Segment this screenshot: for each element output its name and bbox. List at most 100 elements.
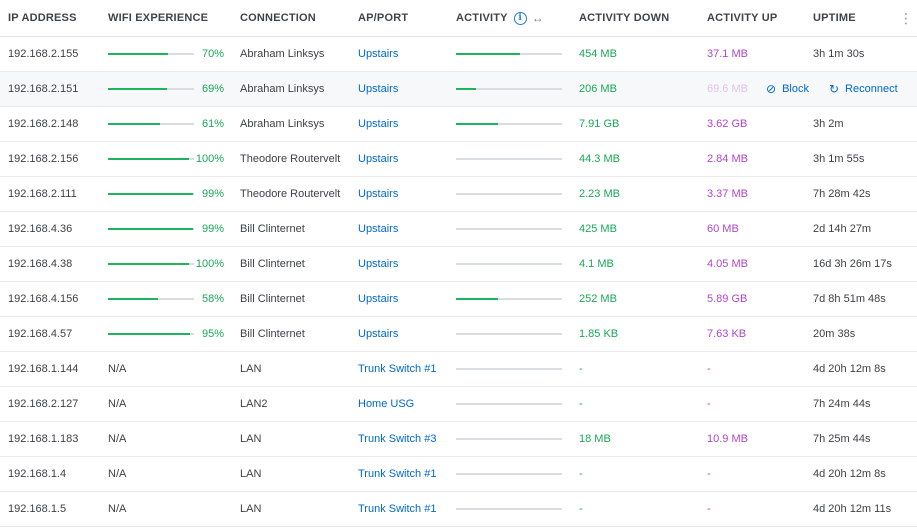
activity-bar xyxy=(456,158,562,160)
activity-down-cell: 2.23 MB xyxy=(579,188,620,200)
column-header-activity-up[interactable]: ACTIVITY UP xyxy=(707,0,777,36)
column-header-connection[interactable]: CONNECTION xyxy=(240,0,316,36)
ap-port-link[interactable]: Upstairs xyxy=(358,153,398,165)
wifi-experience-bar xyxy=(108,53,194,55)
activity-cell xyxy=(456,37,566,71)
table-row[interactable]: 192.168.2.148 61% Abraham Linksys Upstairs 7… xyxy=(0,107,917,142)
table-row[interactable]: 192.168.4.156 58% Bill Clinternet Upstairs 2… xyxy=(0,282,917,317)
ap-port-link[interactable]: Upstairs xyxy=(358,223,398,235)
ap-port-link[interactable]: Trunk Switch #1 xyxy=(358,503,436,515)
wifi-experience-bar-fill xyxy=(108,123,161,125)
wifi-experience-percent: 99% xyxy=(201,223,224,235)
activity-bar-fill xyxy=(456,123,499,125)
ap-port-link[interactable]: Upstairs xyxy=(358,293,398,305)
ap-port-link[interactable]: Upstairs xyxy=(358,118,398,130)
uptime-cell: 16d 3h 26m 17s xyxy=(813,258,892,270)
activity-up-cell: 3.62 GB xyxy=(707,118,748,130)
ap-port-link[interactable]: Upstairs xyxy=(358,83,398,95)
wifi-experience-percent: 95% xyxy=(201,328,224,340)
activity-bar xyxy=(456,263,562,265)
activity-cell xyxy=(456,107,566,141)
activity-up-cell: - xyxy=(707,503,711,515)
uptime-cell: 2d 14h 27m xyxy=(813,223,872,235)
connection-cell: LAN xyxy=(240,433,262,445)
ip-address-cell: 192.168.4.38 xyxy=(8,258,73,270)
column-header-label: ACTIVITY xyxy=(456,12,508,24)
ap-port-link[interactable]: Upstairs xyxy=(358,258,398,270)
table-row[interactable]: 192.168.2.155 70% Abraham Linksys Upstairs 4… xyxy=(0,37,917,72)
table-row[interactable]: 192.168.4.57 95% Bill Clinternet Upstairs 1.… xyxy=(0,317,917,352)
column-header-activity-down[interactable]: ACTIVITY DOWN xyxy=(579,0,669,36)
wifi-experience-percent: 61% xyxy=(201,118,224,130)
ap-port-link[interactable]: Upstairs xyxy=(358,328,398,340)
ap-port-cell: Upstairs xyxy=(358,72,398,106)
wifi-experience-bar xyxy=(108,123,194,125)
activity-up-cell: 5.89 GB xyxy=(707,293,748,305)
activity-bar xyxy=(456,438,562,440)
activity-cell xyxy=(456,212,566,246)
ip-address-cell: 192.168.2.151 xyxy=(8,83,79,95)
activity-cell xyxy=(456,72,566,106)
wifi-experience-bar xyxy=(108,228,194,230)
uptime-cell: 4d 20h 12m 11s xyxy=(813,503,892,515)
table-row[interactable]: 192.168.1.183 N/A LAN Trunk Switch #3 18 MB 1… xyxy=(0,422,917,457)
activity-up-cell: 37.1 MB xyxy=(707,48,748,60)
ap-port-cell: Upstairs xyxy=(358,212,398,246)
ip-address-cell: 192.168.1.4 xyxy=(8,468,67,480)
wifi-experience-bar-fill xyxy=(108,298,158,300)
table-row[interactable]: 192.168.4.36 99% Bill Clinternet Upstairs 42… xyxy=(0,212,917,247)
block-label: Block xyxy=(782,83,809,95)
wifi-not-available: N/A xyxy=(108,363,127,375)
ap-port-link[interactable]: Upstairs xyxy=(358,48,398,60)
info-icon[interactable]: i xyxy=(513,11,527,25)
expand-arrows-icon[interactable]: ↔ xyxy=(532,11,544,25)
activity-up-cell: - xyxy=(707,468,711,480)
ap-port-link[interactable]: Trunk Switch #1 xyxy=(358,363,436,375)
ap-port-link[interactable]: Trunk Switch #3 xyxy=(358,433,436,445)
wifi-experience-bar xyxy=(108,88,194,90)
wifi-experience-cell: 99% xyxy=(108,212,226,246)
table-row[interactable]: 192.168.1.4 N/A LAN Trunk Switch #1 - - 4d 20h… xyxy=(0,457,917,492)
ip-address-cell: 192.168.2.148 xyxy=(8,118,79,130)
table-row[interactable]: 192.168.2.111 99% Theodore Routervelt Upsta… xyxy=(0,177,917,212)
activity-up-cell: 2.84 MB xyxy=(707,153,748,165)
table-row[interactable]: 192.168.1.5 N/A LAN Trunk Switch #1 - - 4d 20h… xyxy=(0,492,917,527)
connection-cell: Abraham Linksys xyxy=(240,118,325,130)
ip-address-cell: 192.168.2.155 xyxy=(8,48,79,60)
reconnect-button[interactable]: ↻ Reconnect xyxy=(829,82,898,96)
wifi-not-available: N/A xyxy=(108,503,127,515)
wifi-experience-bar-fill xyxy=(108,333,190,335)
column-header-uptime[interactable]: UPTIME xyxy=(813,0,856,36)
uptime-cell: 7h 24m 44s xyxy=(813,398,871,410)
wifi-not-available: N/A xyxy=(108,468,127,480)
table-row[interactable]: 192.168.4.38 100% Bill Clinternet Upstairs 4… xyxy=(0,247,917,282)
table-row[interactable]: 192.168.1.144 N/A LAN Trunk Switch #1 - - 4d 2… xyxy=(0,352,917,387)
table-row[interactable]: 192.168.2.156 100% Theodore Routervelt Upst… xyxy=(0,142,917,177)
column-header-activity[interactable]: ACTIVITY i ↔ xyxy=(456,0,566,36)
wifi-experience-percent: 99% xyxy=(201,188,224,200)
activity-down-cell: 18 MB xyxy=(579,433,611,445)
activity-down-cell: - xyxy=(579,398,583,410)
column-header-ip-address[interactable]: IP ADDRESS xyxy=(8,0,77,36)
block-button[interactable]: ⊘ Block xyxy=(766,82,809,96)
wifi-experience-cell: 70% xyxy=(108,37,226,71)
column-header-ap-port[interactable]: AP/PORT xyxy=(358,0,408,36)
table-body: 192.168.2.155 70% Abraham Linksys Upstairs 4… xyxy=(0,37,917,527)
activity-down-cell: - xyxy=(579,503,583,515)
table-row[interactable]: 192.168.2.151 69% Abraham Linksys Upstairs 2… xyxy=(0,72,917,107)
ap-port-link[interactable]: Trunk Switch #1 xyxy=(358,468,436,480)
ap-port-link[interactable]: Upstairs xyxy=(358,188,398,200)
wifi-experience-cell: 61% xyxy=(108,107,226,141)
activity-bar xyxy=(456,228,562,230)
table-row[interactable]: 192.168.2.127 N/A LAN2 Home USG - - 7h 24m 44s xyxy=(0,387,917,422)
uptime-cell: 4d 20h 12m 8s xyxy=(813,363,886,375)
column-header-label: ACTIVITY UP xyxy=(707,12,778,24)
column-menu-button[interactable]: ⋮ xyxy=(899,0,913,36)
connection-cell: Theodore Routervelt xyxy=(240,153,341,165)
table-header: IP ADDRESS WIFI EXPERIENCE CONNECTION AP… xyxy=(0,0,917,37)
ap-port-link[interactable]: Home USG xyxy=(358,398,414,410)
ip-address-cell: 192.168.4.57 xyxy=(8,328,73,340)
activity-down-cell: 7.91 GB xyxy=(579,118,620,130)
column-header-wifi-experience[interactable]: WIFI EXPERIENCE xyxy=(108,0,226,36)
wifi-experience-cell: N/A xyxy=(108,492,226,526)
